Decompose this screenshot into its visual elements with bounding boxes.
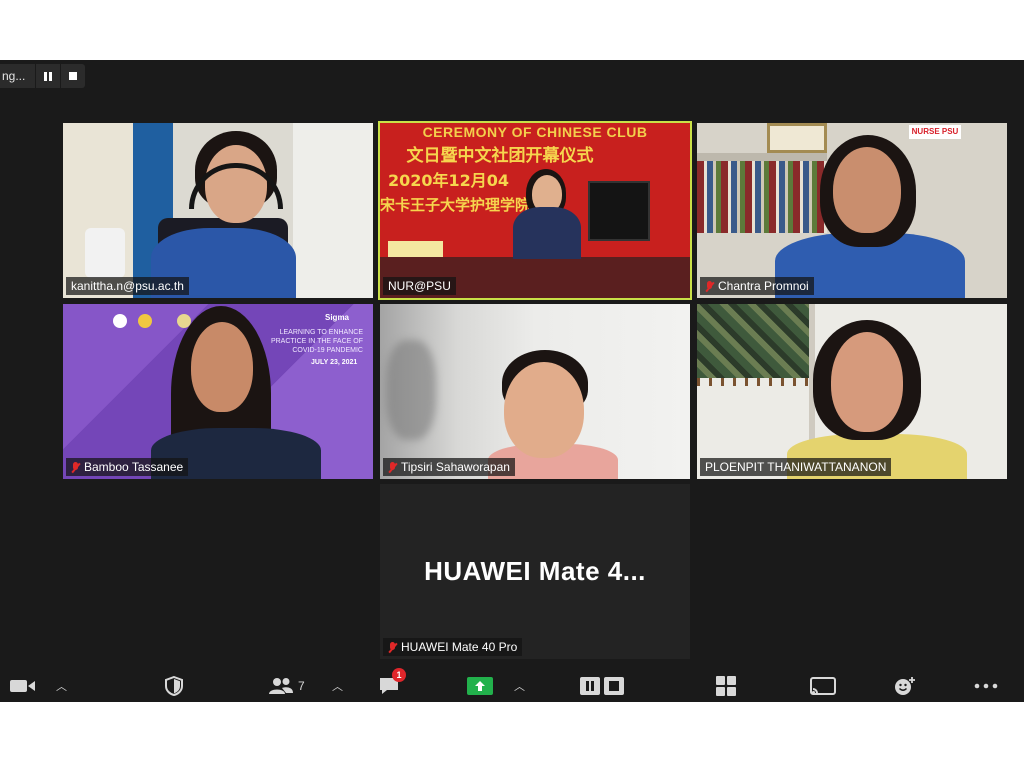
desk-item	[85, 228, 125, 278]
shelf	[697, 153, 827, 161]
stop-icon	[69, 72, 78, 80]
video-feed	[63, 123, 373, 298]
chevron-up-icon: ︿	[56, 681, 67, 693]
person-body	[513, 207, 581, 259]
bookshelf	[697, 161, 827, 233]
blurred-background	[386, 340, 436, 440]
video-tile[interactable]: NURSE PSU Chantra Promnoi	[697, 123, 1007, 298]
person-face	[504, 362, 584, 458]
certificate-frame	[767, 123, 827, 153]
participant-name-label: Bamboo Tassanee	[66, 458, 189, 476]
video-options-caret[interactable]: ︿	[56, 674, 67, 698]
chat-button[interactable]: 1	[378, 668, 406, 698]
video-tile[interactable]: LEARNING TO ENHANCE PRACTICE IN THE FACE…	[63, 304, 373, 479]
video-feed: NURSE PSU	[697, 123, 1007, 298]
logo-icon	[113, 314, 127, 328]
people-icon	[269, 678, 293, 694]
share-screen-button[interactable]	[467, 674, 493, 698]
video-tile-active-speaker[interactable]: CEREMONY OF CHINESE CLUB 文日暨中文社团开幕仪式 202…	[378, 121, 692, 300]
video-button[interactable]	[10, 674, 36, 698]
chevron-up-icon: ︿	[332, 681, 343, 693]
grid-icon	[716, 676, 736, 696]
person-face	[831, 332, 903, 432]
participant-name-label: HUAWEI Mate 40 Pro	[383, 638, 523, 656]
breakout-rooms-button[interactable]	[716, 674, 736, 698]
mic-muted-icon	[388, 641, 397, 653]
person-face	[191, 322, 253, 412]
video-camera-icon	[10, 680, 35, 692]
participant-name: Chantra Promnoi	[718, 279, 809, 293]
banner-university-line: 宋卡王子大学护理学院	[380, 196, 531, 214]
participant-name: Tipsiri Sahaworapan	[401, 460, 510, 474]
participant-name: kanittha.n@psu.ac.th	[71, 279, 184, 293]
recording-status-text: ng...	[2, 69, 26, 83]
video-tile-no-video[interactable]: HUAWEI Mate 4... HUAWEI Mate 40 Pro	[380, 484, 690, 659]
participant-name: NUR@PSU	[388, 279, 451, 293]
participant-name: HUAWEI Mate 40 Pro	[401, 640, 518, 654]
share-screen-icon	[467, 677, 493, 695]
more-options-button[interactable]	[974, 674, 998, 698]
ellipsis-icon	[974, 683, 998, 689]
stop-icon	[604, 677, 624, 695]
security-button[interactable]	[164, 674, 184, 698]
chevron-up-icon: ︿	[514, 681, 525, 693]
cast-icon	[810, 677, 836, 695]
tapestry-fringe	[697, 378, 815, 386]
participant-name: Bamboo Tassanee	[84, 460, 184, 474]
meeting-toolbar: ︿ 7 ︿ 1 ︿	[0, 668, 1024, 702]
cast-button[interactable]	[810, 674, 836, 698]
video-tile[interactable]: PLOENPIT THANIWATTANANON	[697, 304, 1007, 479]
shield-icon	[165, 676, 183, 696]
participant-display-name: HUAWEI Mate 4...	[424, 556, 646, 586]
mic-muted-icon	[705, 280, 714, 292]
video-feed	[697, 304, 1007, 479]
banner-date-line: 2020年12月04	[388, 171, 510, 190]
reactions-button[interactable]	[894, 674, 916, 698]
mic-muted-icon	[71, 461, 80, 473]
computer-monitor	[588, 181, 650, 241]
poster-logo: Sigma	[325, 313, 350, 322]
video-feed: LEARNING TO ENHANCE PRACTICE IN THE FACE…	[63, 304, 373, 479]
poster-line-1: LEARNING TO ENHANCE	[279, 329, 363, 336]
poster-line-2: PRACTICE IN THE FACE OF	[270, 338, 363, 345]
video-tile[interactable]: Tipsiri Sahaworapan	[380, 304, 690, 479]
participants-button[interactable]: 7	[268, 674, 305, 698]
recording-indicator: ng...	[0, 64, 86, 88]
smiley-plus-icon	[895, 677, 915, 695]
pause-icon	[580, 677, 600, 695]
participants-count: 7	[298, 679, 305, 693]
stop-recording-toolbar-button[interactable]	[604, 674, 624, 698]
chat-unread-badge: 1	[392, 668, 406, 682]
pause-icon	[44, 71, 53, 81]
participant-name-label: PLOENPIT THANIWATTANANON	[700, 458, 892, 476]
person-face	[833, 147, 901, 233]
pause-recording-button[interactable]	[35, 64, 60, 88]
name-plate	[388, 241, 443, 257]
pause-recording-toolbar-button[interactable]	[580, 674, 600, 698]
participant-name: PLOENPIT THANIWATTANANON	[705, 460, 887, 474]
mic-muted-icon	[388, 461, 397, 473]
participants-options-caret[interactable]: ︿	[332, 674, 343, 698]
video-feed: CEREMONY OF CHINESE CLUB 文日暨中文社团开幕仪式 202…	[380, 123, 690, 298]
poster-text: LEARNING TO ENHANCE PRACTICE IN THE FACE…	[263, 328, 363, 355]
participant-name-label: Tipsiri Sahaworapan	[383, 458, 515, 476]
meeting-window: ng... kanittha.n@psu.ac.th CEREMONY OF C…	[0, 60, 1024, 702]
logo-icon	[138, 314, 152, 328]
stop-recording-button[interactable]	[60, 64, 85, 88]
poster-date: JULY 23, 2021	[311, 359, 358, 366]
participant-name-label: kanittha.n@psu.ac.th	[66, 277, 189, 295]
banner-chinese-line: 文日暨中文社团开幕仪式	[406, 146, 594, 166]
participant-name-label: NUR@PSU	[383, 277, 456, 295]
nurse-psu-sign: NURSE PSU	[909, 125, 961, 139]
tapestry	[697, 304, 815, 378]
share-options-caret[interactable]: ︿	[514, 674, 525, 698]
video-tile[interactable]: kanittha.n@psu.ac.th	[63, 123, 373, 298]
poster-line-3: COVID-19 PANDEMIC	[292, 347, 363, 354]
participant-name-label: Chantra Promnoi	[700, 277, 814, 295]
banner-title: CEREMONY OF CHINESE CLUB	[422, 124, 648, 140]
video-feed	[380, 304, 690, 479]
